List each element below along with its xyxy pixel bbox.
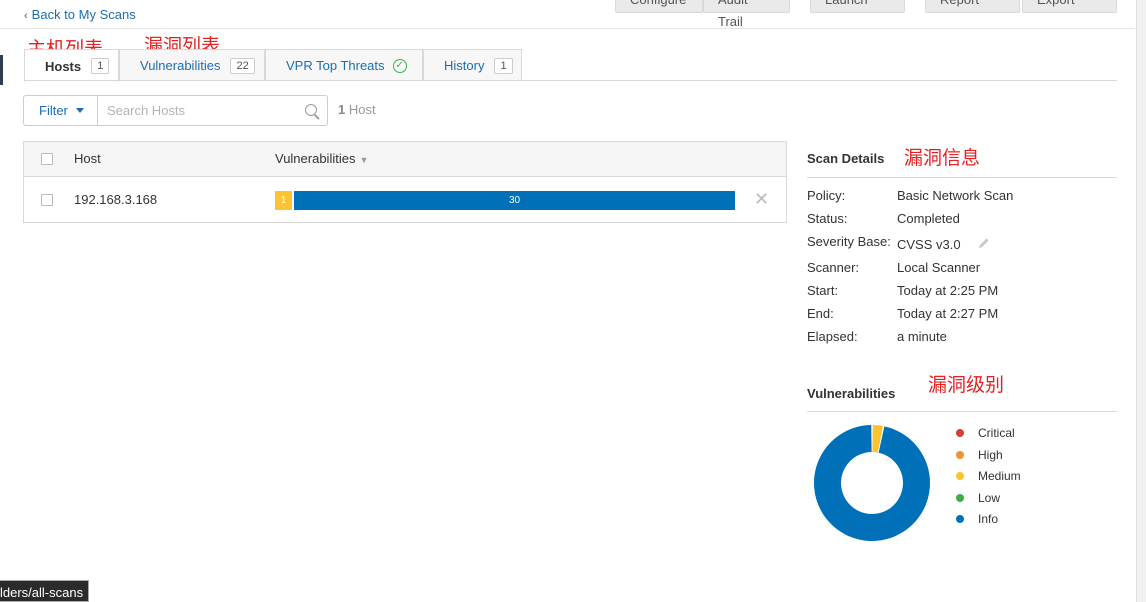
legend-critical[interactable]: Critical bbox=[956, 426, 1015, 440]
severity-base-value: CVSS v3.0 bbox=[897, 237, 961, 252]
tab-vpr-label: VPR Top Threats bbox=[286, 58, 385, 73]
header-divider bbox=[0, 28, 1135, 29]
scan-details-divider bbox=[807, 177, 1117, 178]
policy-value: Basic Network Scan bbox=[897, 188, 1014, 203]
hosts-table: Host Vulnerabilities ▼ 192.168.3.168 1 30… bbox=[23, 141, 787, 223]
scanner-value: Local Scanner bbox=[897, 260, 981, 275]
select-all-checkbox[interactable] bbox=[41, 153, 53, 165]
legend-dot-low bbox=[956, 494, 964, 502]
tab-hosts-label: Hosts bbox=[45, 58, 82, 74]
back-to-scans-link[interactable]: ‹ Back to My Scans bbox=[24, 7, 136, 22]
scanner-label: Scanner: bbox=[807, 260, 860, 275]
remove-host-icon[interactable]: ✕ bbox=[754, 189, 769, 210]
vulnerabilities-chart-divider bbox=[807, 411, 1117, 412]
end-value: Today at 2:27 PM bbox=[897, 306, 999, 321]
legend-dot-info bbox=[956, 515, 964, 523]
legend-low[interactable]: Low bbox=[956, 491, 1000, 505]
tabs-divider bbox=[24, 80, 1117, 81]
legend-info-label: Info bbox=[978, 512, 999, 526]
legend-low-label: Low bbox=[978, 491, 1001, 505]
legend-critical-label: Critical bbox=[978, 426, 1015, 440]
table-header: Host Vulnerabilities ▼ bbox=[24, 142, 786, 177]
legend-dot-critical bbox=[956, 429, 964, 437]
scan-details-title: Scan Details bbox=[807, 151, 885, 166]
annotation-vuln-info: 漏洞信息 bbox=[904, 147, 981, 169]
report-button[interactable]: Report bbox=[925, 0, 1020, 13]
policy-label: Policy: bbox=[807, 188, 846, 203]
search-hosts-input[interactable] bbox=[107, 103, 297, 118]
search-hosts-box bbox=[97, 95, 328, 126]
elapsed-label: Elapsed: bbox=[807, 329, 858, 344]
launch-button[interactable]: Launch bbox=[810, 0, 905, 13]
status-label: Status: bbox=[807, 211, 848, 226]
filter-label: Filter bbox=[39, 103, 68, 118]
tab-vulnerabilities-label: Vulnerabilities bbox=[140, 58, 221, 73]
tab-vpr-top-threats[interactable]: VPR Top Threats ✓ bbox=[265, 49, 423, 81]
host-count: 1 Host bbox=[338, 102, 376, 117]
legend-high-label: High bbox=[978, 448, 1003, 462]
tab-vulnerabilities-count: 22 bbox=[230, 57, 255, 74]
annotation-vuln-level: 漏洞级别 bbox=[928, 374, 1005, 396]
tab-history-label: History bbox=[444, 58, 485, 73]
sort-desc-icon: ▼ bbox=[359, 155, 369, 165]
vertical-scrollbar[interactable] bbox=[1136, 0, 1146, 602]
host-ip[interactable]: 192.168.3.168 bbox=[74, 192, 157, 207]
host-count-label: Host bbox=[348, 102, 376, 117]
severity-donut-chart[interactable] bbox=[813, 424, 931, 542]
severity-bar[interactable]: 1 30 bbox=[275, 191, 735, 210]
configure-button[interactable]: Configure bbox=[615, 0, 703, 13]
search-icon[interactable] bbox=[305, 104, 317, 116]
status-bar-url: lders/all-scans bbox=[0, 580, 90, 602]
vulnerabilities-column-header[interactable]: Vulnerabilities ▼ bbox=[275, 151, 368, 166]
legend-high[interactable]: High bbox=[956, 448, 1003, 462]
legend-info[interactable]: Info bbox=[956, 512, 998, 526]
tab-hosts-count: 1 bbox=[91, 58, 110, 74]
check-circle-icon: ✓ bbox=[392, 58, 407, 73]
caret-down-icon bbox=[75, 108, 84, 113]
legend-medium[interactable]: Medium bbox=[956, 469, 1021, 483]
start-value: Today at 2:25 PM bbox=[897, 283, 999, 298]
host-count-number: 1 bbox=[338, 102, 346, 117]
vulnerabilities-chart-title: Vulnerabilities bbox=[807, 386, 896, 401]
legend-medium-label: Medium bbox=[978, 469, 1021, 483]
severity-base-label: Severity Base: bbox=[807, 234, 891, 249]
end-label: End: bbox=[807, 306, 834, 321]
tab-hosts[interactable]: Hosts 1 bbox=[24, 49, 119, 82]
start-label: Start: bbox=[807, 283, 839, 298]
row-checkbox[interactable] bbox=[41, 194, 53, 206]
legend-dot-medium bbox=[956, 472, 964, 480]
filter-button[interactable]: Filter bbox=[23, 95, 97, 126]
severity-bar-info[interactable]: 30 bbox=[294, 191, 735, 210]
pencil-edit-icon[interactable] bbox=[978, 237, 990, 249]
legend-dot-high bbox=[956, 451, 964, 459]
tab-history[interactable]: History 1 bbox=[423, 49, 522, 81]
vulnerabilities-header-label: Vulnerabilities bbox=[275, 151, 356, 166]
left-accent-bar bbox=[0, 55, 3, 85]
host-column-header[interactable]: Host bbox=[74, 151, 101, 166]
severity-bar-medium[interactable]: 1 bbox=[275, 191, 292, 210]
status-value: Completed bbox=[897, 211, 960, 226]
elapsed-value: a minute bbox=[897, 329, 947, 344]
back-link-label: Back to My Scans bbox=[31, 7, 136, 22]
tab-history-count: 1 bbox=[494, 57, 513, 74]
export-button[interactable]: Export bbox=[1022, 0, 1117, 13]
donut-slice-info[interactable] bbox=[814, 425, 930, 541]
audit-trail-button[interactable]: Audit Trail bbox=[703, 0, 790, 29]
chevron-left-icon: ‹ bbox=[24, 10, 28, 22]
tab-vulnerabilities[interactable]: Vulnerabilities 22 bbox=[119, 49, 265, 81]
table-row[interactable]: 192.168.3.168 1 30 ✕ bbox=[24, 178, 786, 223]
